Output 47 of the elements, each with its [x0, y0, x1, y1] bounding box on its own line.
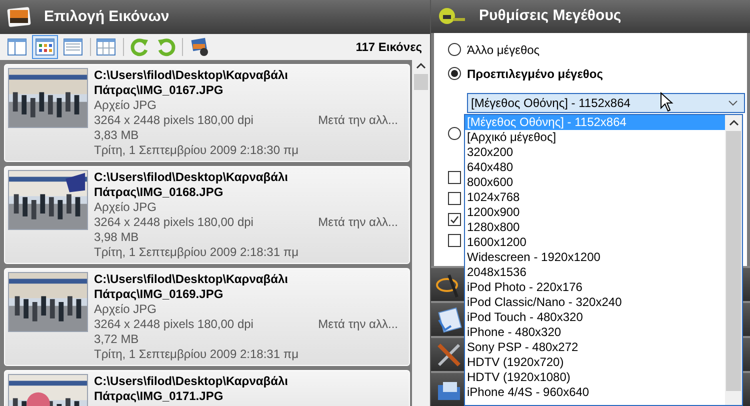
dropdown-option[interactable]: 2048x1536 [465, 265, 725, 280]
file-size: 3,98 MB [94, 230, 140, 245]
file-path: C:\Users\filod\Desktop\Καρναβάλι Πάτρας\IMG_0169.JPG [94, 272, 289, 302]
dropdown-option[interactable]: 800x600 [465, 175, 725, 190]
dropdown-option[interactable]: 1200x900 [465, 205, 725, 220]
dropdown-option[interactable]: iPod Photo - 220x176 [465, 280, 725, 295]
dropdown-option[interactable]: Widescreen - 1920x1200 [465, 250, 725, 265]
file-size: 3,83 MB [94, 128, 140, 143]
dropdown-option[interactable]: iPhone 4/4S - 960x640 [465, 385, 725, 400]
image-card[interactable]: C:\Users\filod\Desktop\Καρναβάλι Πάτρας\IMG_0167.JPG Αρχείο JPG 3264 x 2448 pixels 180,00 dpi Μετά την αλλ... 3,83 MB Τρίτη, 1 Σεπτεμβρίου 2009 2:18:30 πμ [4, 64, 410, 162]
image-dimensions: 3264 x 2448 pixels 180,00 dpi [94, 215, 254, 230]
dropdown-option[interactable]: iPod Classic/Nano - 320x240 [465, 295, 725, 310]
dropdown-option[interactable]: HDTV (1920x1080) [465, 370, 725, 385]
dropdown-option[interactable]: [Αρχικό μέγεθος] [465, 130, 725, 145]
image-note: Μετά την αλλ... [318, 317, 398, 332]
dropdown-option[interactable]: HDTV (1920x720) [465, 355, 725, 370]
image-card[interactable]: C:\Users\filod\Desktop\Καρναβάλι Πάτρας\IMG_0171.JPG [4, 370, 410, 406]
file-date: Τρίτη, 1 Σεπτεμβρίου 2009 2:18:30 πμ [94, 143, 300, 158]
dropdown-option[interactable]: 320x200 [465, 145, 725, 160]
radio-option[interactable]: Προεπιλεγμένο μέγεθος [448, 64, 747, 83]
image-note: Μετά την αλλ... [318, 215, 398, 230]
file-type: Αρχείο JPG [94, 98, 158, 113]
size-select[interactable]: [Μέγεθος Οθόνης] - 1152x864 [467, 92, 745, 113]
image-note: Μετά την αλλ... [318, 113, 398, 128]
file-type: Αρχείο JPG [94, 302, 158, 317]
file-date: Τρίτη, 1 Σεπτεμβρίου 2009 2:18:31 πμ [94, 347, 300, 362]
dropdown-option[interactable]: 1600x1200 [465, 235, 725, 250]
image-card[interactable]: C:\Users\filod\Desktop\Καρναβάλι Πάτρας\IMG_0169.JPG Αρχείο JPG 3264 x 2448 pixels 180,00 dpi Μετά την αλλ... 3,72 MB Τρίτη, 1 Σεπτεμβρίου 2009 2:18:31 πμ [4, 268, 410, 366]
file-date: Τρίτη, 1 Σεπτεμβρίου 2009 2:18:31 πμ [94, 245, 300, 260]
dropdown-option[interactable]: Sony PSP - 480x272 [465, 340, 725, 355]
panel-title: Ρυθμίσεις Μεγέθους [479, 6, 622, 26]
dropdown-option[interactable]: 640x480 [465, 160, 725, 175]
file-path: C:\Users\filod\Desktop\Καρναβάλι Πάτρας\IMG_0168.JPG [94, 170, 289, 200]
dropdown-option[interactable]: 1024x768 [465, 190, 725, 205]
image-card[interactable]: C:\Users\filod\Desktop\Καρναβάλι Πάτρας\IMG_0168.JPG Αρχείο JPG 3264 x 2448 pixels 180,00 dpi Μετά την αλλ... 3,98 MB Τρίτη, 1 Σεπτεμβρίου 2009 2:18:31 πμ [4, 166, 410, 264]
dropdown-option[interactable]: iPhone - 480x320 [465, 325, 725, 340]
image-dimensions: 3264 x 2448 pixels 180,00 dpi [94, 317, 254, 332]
panel-title: Επιλογή Εικόνων [44, 6, 170, 27]
image-dimensions: 3264 x 2448 pixels 180,00 dpi [94, 113, 254, 128]
dropdown-option[interactable]: iPod Touch - 480x320 [465, 310, 725, 325]
file-path: C:\Users\filod\Desktop\Καρναβάλι Πάτρας\IMG_0171.JPG [94, 374, 289, 404]
file-type: Αρχείο JPG [94, 200, 158, 215]
file-path: C:\Users\filod\Desktop\Καρναβάλι Πάτρας\IMG_0167.JPG [94, 68, 289, 98]
dropdown-option[interactable]: 1280x800 [465, 220, 725, 235]
file-size: 3,72 MB [94, 332, 140, 347]
image-count: 117 Εικόνες [356, 39, 423, 56]
radio-option[interactable]: Άλλο μέγεθος [448, 40, 747, 59]
